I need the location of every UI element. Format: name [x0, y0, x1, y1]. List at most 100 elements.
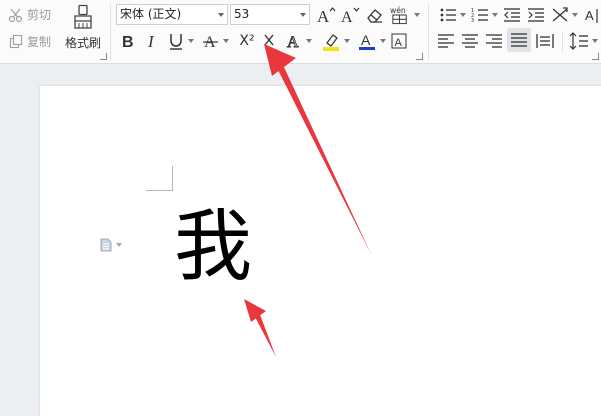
clipboard-group: 剪切 复制 格式刷 [0, 0, 110, 63]
svg-text:A: A [317, 7, 330, 25]
chevron-down-icon [343, 39, 350, 43]
distributed-button[interactable] [534, 30, 556, 52]
chevron-down-icon [305, 39, 312, 43]
bold-button[interactable]: B [118, 30, 138, 52]
align-center-icon [462, 34, 478, 48]
grow-font-button[interactable]: A [316, 4, 336, 26]
group-divider [562, 32, 563, 52]
italic-icon: I [147, 32, 155, 51]
text-effect-icon: A [286, 34, 299, 51]
text-effect-button[interactable]: A [284, 30, 312, 52]
font-size-value: 53 [234, 7, 250, 21]
document-page[interactable]: 我 [40, 86, 601, 416]
svg-text:I: I [147, 32, 155, 51]
align-left-icon [438, 34, 454, 48]
document-text[interactable]: 我 [174, 202, 252, 292]
svg-text:B: B [122, 34, 134, 51]
cut-button[interactable]: 剪切 [8, 6, 51, 23]
distributed-icon [536, 34, 554, 48]
font-group: 宋体 (正文) 53 A A wén B I A X² A A A [114, 0, 426, 63]
font-launcher-icon[interactable] [416, 53, 423, 60]
bullet-list-icon [440, 8, 456, 22]
clipboard-launcher-icon[interactable] [100, 53, 107, 60]
svg-text:A: A [361, 32, 371, 48]
numbering-button[interactable]: 123 [470, 4, 498, 26]
bullets-button[interactable] [438, 4, 466, 26]
svg-text:A: A [287, 34, 299, 51]
paragraph-launcher-icon[interactable] [592, 53, 599, 60]
superscript-button[interactable]: X² [236, 30, 258, 52]
svg-text:3: 3 [471, 18, 474, 24]
subscript-button[interactable] [262, 30, 280, 52]
align-right-button[interactable] [484, 30, 504, 52]
italic-button[interactable]: I [142, 30, 162, 52]
font-color-swatch [358, 47, 375, 50]
strikethrough-icon: A [202, 34, 218, 51]
sort-button[interactable]: A [584, 4, 600, 26]
indent-icon [528, 8, 544, 22]
underline-button[interactable] [166, 30, 194, 52]
chevron-down-icon [218, 13, 224, 17]
highlight-color-button[interactable] [320, 30, 350, 52]
highlight-swatch [322, 47, 339, 51]
copy-label: 复制 [27, 35, 52, 49]
phonetic-guide-button[interactable]: wén [390, 4, 420, 26]
font-name-value: 宋体 (正文) [120, 7, 182, 21]
clear-format-button[interactable] [365, 4, 385, 26]
subscript-icon [264, 34, 274, 46]
font-color-icon: A [358, 32, 375, 50]
cut-label: 剪切 [27, 8, 52, 22]
font-color-button[interactable]: A [356, 30, 386, 52]
page-margin-mark [146, 166, 173, 191]
chevron-down-icon [491, 13, 498, 17]
outdent-icon [504, 8, 520, 22]
highlighter-icon [322, 34, 339, 51]
eraser-icon [367, 9, 382, 23]
scissors-icon [8, 7, 24, 23]
copy-button[interactable]: 复制 [8, 33, 51, 50]
chevron-down-icon [414, 13, 420, 17]
paragraph-layout-handle[interactable] [100, 238, 122, 252]
format-painter-button[interactable]: 格式刷 [62, 4, 104, 51]
svg-text:A: A [341, 9, 353, 25]
decrease-indent-button[interactable] [502, 4, 522, 26]
align-right-icon [486, 34, 502, 48]
chevron-down-icon [300, 13, 306, 17]
line-spacing-button[interactable] [568, 30, 598, 52]
line-spacing-icon [569, 32, 588, 50]
chinese-layout-icon [552, 7, 568, 22]
numbered-list-icon: 123 [471, 8, 488, 24]
svg-text:wén: wén [390, 6, 406, 15]
chevron-down-icon [571, 13, 578, 17]
shrink-font-button[interactable]: A [340, 4, 360, 26]
svg-text:A: A [585, 8, 594, 23]
strikethrough-button[interactable]: A [201, 30, 229, 52]
character-border-button[interactable]: A [390, 30, 408, 52]
underline-icon [169, 34, 182, 50]
justify-button[interactable] [507, 28, 531, 52]
superscript-icon: X² [239, 33, 255, 49]
phonetic-guide-icon: wén [390, 6, 407, 25]
paragraph-group: 123 A [432, 0, 601, 63]
document-icon [100, 238, 112, 252]
group-divider [110, 4, 111, 60]
chinese-layout-button[interactable] [550, 4, 578, 26]
align-left-button[interactable] [436, 30, 456, 52]
shrink-font-icon: A [341, 7, 360, 25]
justify-icon [511, 33, 527, 47]
font-size-select[interactable]: 53 [230, 4, 310, 25]
paintbrush-icon [70, 4, 96, 30]
chevron-down-icon [222, 39, 229, 43]
bold-icon: B [122, 34, 134, 51]
character-border-icon: A [391, 33, 407, 49]
copy-icon [8, 34, 24, 50]
increase-indent-button[interactable] [526, 4, 546, 26]
font-name-select[interactable]: 宋体 (正文) [116, 4, 228, 25]
group-divider [428, 4, 429, 60]
sort-icon: A [585, 8, 598, 23]
ribbon-toolbar: 剪切 复制 格式刷 宋体 (正文) 53 A A wén B I A X² A … [0, 0, 601, 64]
chevron-down-icon [116, 243, 122, 247]
chevron-down-icon [591, 39, 598, 43]
chevron-down-icon [187, 39, 194, 43]
align-center-button[interactable] [460, 30, 480, 52]
